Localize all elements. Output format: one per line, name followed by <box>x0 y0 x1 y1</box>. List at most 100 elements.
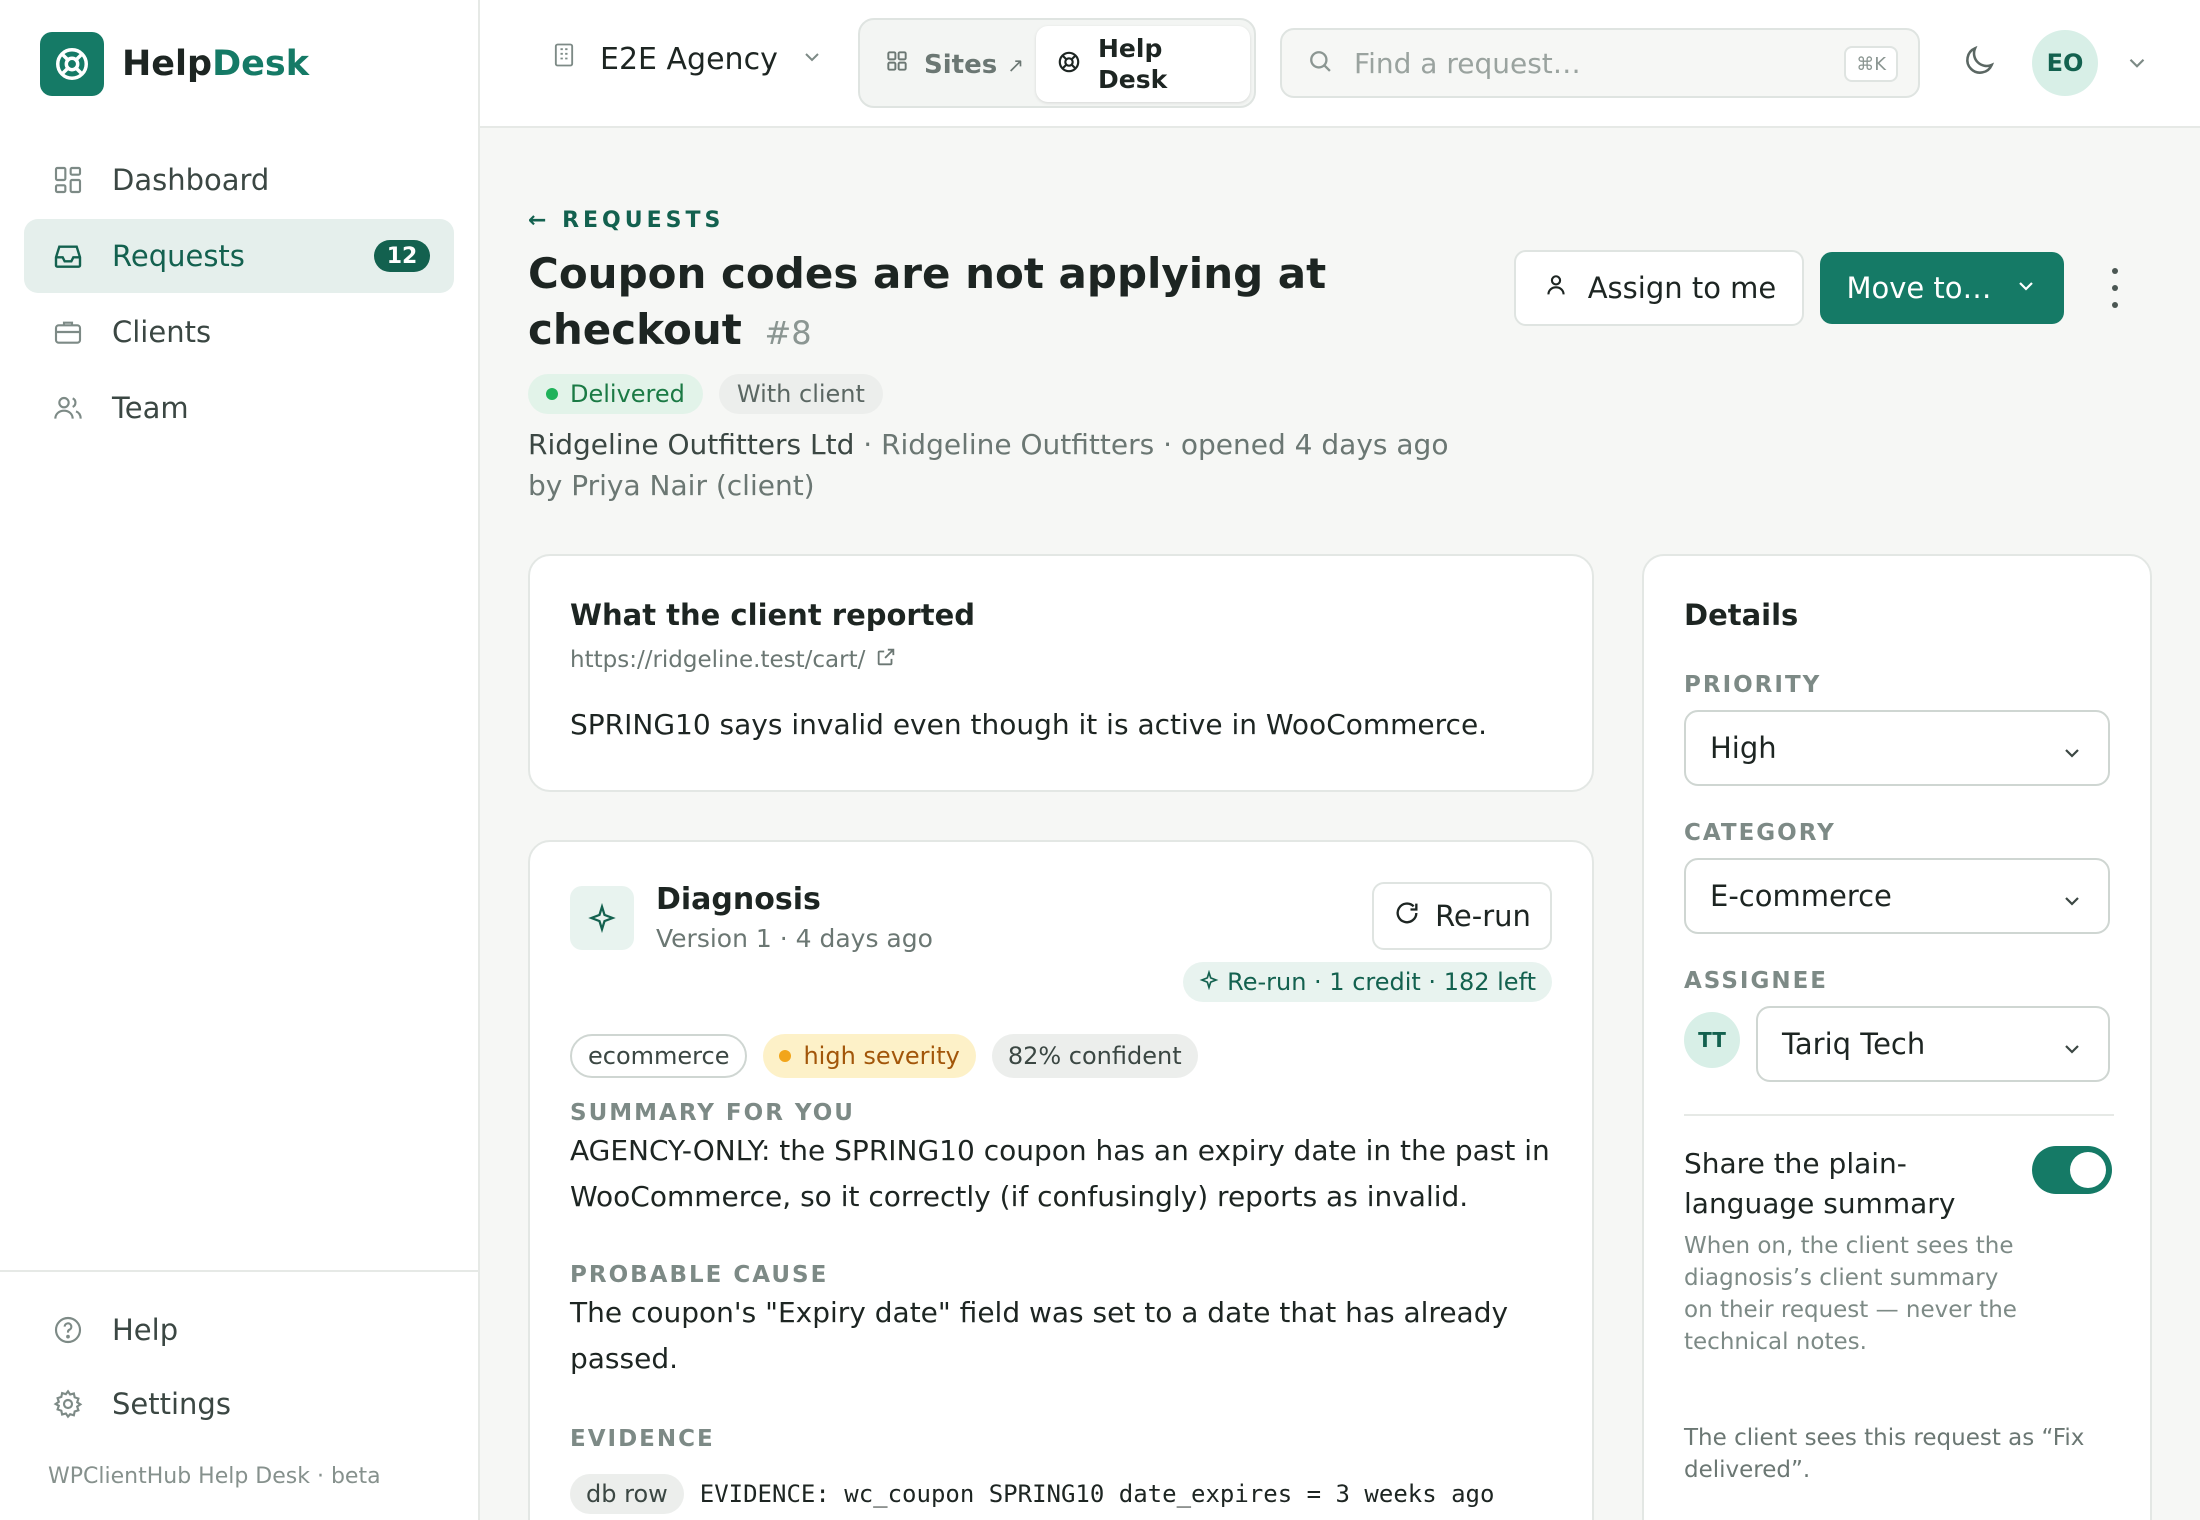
client-view-note: The client sees this request as “Fix del… <box>1684 1425 2085 1483</box>
search-shortcut: ⌘K <box>1844 46 1898 82</box>
briefcase-icon <box>50 314 86 350</box>
agency-switcher[interactable]: E2E Agency <box>550 40 824 78</box>
category-select[interactable]: E-commerce <box>1684 858 2110 934</box>
share-summary-toggle[interactable] <box>2032 1146 2112 1194</box>
chevron-down-icon <box>2014 271 2038 305</box>
diagnosis-card: Diagnosis Version 1 · 4 days ago Re-run … <box>528 840 1594 1520</box>
chevron-down-icon <box>800 42 824 77</box>
inbox-icon <box>50 238 86 274</box>
assign-to-me-button[interactable]: Assign to me <box>1514 250 1804 326</box>
evidence-row: db row EVIDENCE: wc_coupon SPRING10 date… <box>570 1474 1494 1514</box>
evidence-label: EVIDENCE <box>570 1426 715 1452</box>
nav-item-label: Clients <box>112 315 212 349</box>
assignee-select[interactable]: Tariq Tech <box>1756 1006 2110 1082</box>
page-title: Coupon codes are not applying at checkou… <box>528 246 1428 361</box>
nav-item-settings[interactable]: Settings <box>24 1368 454 1440</box>
request-title: Coupon codes are not applying at checkou… <box>528 249 1327 354</box>
priority-select[interactable]: High <box>1684 710 2110 786</box>
users-icon <box>50 390 86 426</box>
brand[interactable]: HelpDesk <box>40 32 309 96</box>
nav-item-label: Help <box>112 1313 179 1347</box>
assignee-avatar: TT <box>1684 1012 1740 1068</box>
switch-sites-label: Sites <box>924 49 998 80</box>
nav-item-label: Team <box>112 391 189 425</box>
user-icon <box>1542 271 1570 306</box>
request-meta: Ridgeline Outfitters Ltd · Ridgeline Out… <box>528 424 1488 506</box>
diagnosis-title: Diagnosis <box>656 882 821 917</box>
cause-label: PROBABLE CAUSE <box>570 1262 829 1288</box>
topbar: E2E Agency Sites ↗ Help Desk ⌘K EO <box>480 0 2200 128</box>
severity-tag: high severity <box>763 1034 976 1078</box>
share-summary-description: When on, the client sees the diagnosis’s… <box>1684 1233 2017 1355</box>
nav-item-dashboard[interactable]: Dashboard <box>24 143 454 217</box>
chevron-down-icon <box>2060 738 2084 772</box>
category-label: CATEGORY <box>1684 820 1836 846</box>
cause-text: The coupon's "Expiry date" field was set… <box>570 1296 1509 1375</box>
refresh-icon <box>1393 899 1421 934</box>
more-options-icon[interactable] <box>2100 268 2130 308</box>
rerun-button[interactable]: Re-run <box>1372 882 1552 950</box>
rerun-credit-badge: Re-run · 1 credit · 182 left <box>1183 962 1552 1002</box>
nav-item-clients[interactable]: Clients <box>24 295 454 369</box>
priority-label: PRIORITY <box>1684 672 1822 698</box>
assign-label: Assign to me <box>1587 271 1777 305</box>
switch-helpdesk-tab[interactable]: Help Desk <box>1036 26 1250 102</box>
lifebuoy-logo-icon <box>40 32 104 96</box>
chevron-down-icon <box>2060 886 2084 920</box>
switch-sites-tab[interactable]: Sites ↗ <box>884 48 1024 81</box>
gear-icon <box>50 1386 86 1422</box>
category-tag: ecommerce <box>570 1034 748 1078</box>
grid-icon <box>50 162 86 198</box>
summary-label: SUMMARY FOR YOU <box>570 1100 855 1126</box>
nav-item-help[interactable]: Help <box>24 1294 454 1366</box>
help-circle-icon <box>50 1312 86 1348</box>
brand-name: HelpDesk <box>122 44 309 84</box>
sidebar: HelpDesk Dashboard Requests 12 Clients T… <box>0 0 480 1520</box>
search-icon <box>1306 47 1334 79</box>
grid-icon <box>884 48 910 81</box>
external-link-icon: ↗ <box>1007 52 1024 77</box>
app-switcher: Sites ↗ Help Desk <box>858 18 1256 108</box>
sparkle-icon <box>1199 968 1219 996</box>
request-number: #8 <box>764 314 812 352</box>
nav-item-team[interactable]: Team <box>24 371 454 445</box>
details-title: Details <box>1684 598 1799 632</box>
status-dot-icon <box>546 388 558 400</box>
state-badge: With client <box>718 374 883 414</box>
user-avatar[interactable]: EO <box>2032 30 2098 96</box>
switch-helpdesk-label: Help Desk <box>1098 34 1168 94</box>
company-name: Ridgeline Outfitters Ltd <box>528 428 855 461</box>
lifebuoy-icon <box>1056 49 1082 79</box>
nav-item-requests[interactable]: Requests 12 <box>24 219 454 293</box>
moon-icon[interactable] <box>1960 42 1998 84</box>
move-label: Move to… <box>1846 271 1992 305</box>
requests-count-badge: 12 <box>374 240 430 272</box>
external-link-icon <box>875 646 897 674</box>
reported-url-link[interactable]: https://ridgeline.test/cart/ <box>570 646 897 674</box>
status-pills: Delivered With client <box>528 374 899 414</box>
nav-item-label: Settings <box>112 1387 231 1421</box>
share-summary-title: Share the plain-language summary <box>1684 1147 1956 1220</box>
chevron-down-icon[interactable] <box>2124 50 2150 80</box>
confidence-tag: 82% confident <box>991 1034 1198 1078</box>
diagnosis-tags: ecommerce high severity 82% confident <box>570 1034 1214 1078</box>
move-to-button[interactable]: Move to… <box>1820 252 2064 324</box>
agency-name: E2E Agency <box>600 41 778 77</box>
toggle-knob <box>2070 1152 2106 1188</box>
nav-item-label: Dashboard <box>112 163 270 197</box>
status-badge: Delivered <box>528 374 703 414</box>
reported-body: SPRING10 says invalid even though it is … <box>570 708 1488 741</box>
evidence-text: EVIDENCE: wc_coupon SPRING10 date_expire… <box>699 1480 1495 1508</box>
search-bar: ⌘K <box>1280 28 1920 98</box>
sidebar-footer: WPClientHub Help Desk · beta <box>48 1464 381 1489</box>
card-heading: What the client reported <box>570 598 976 632</box>
sidebar-divider <box>0 1270 478 1272</box>
client-report-card: What the client reported https://ridgeli… <box>528 554 1594 792</box>
building-icon <box>550 40 578 78</box>
secondary-nav: Help Settings <box>24 1294 454 1442</box>
main-nav: Dashboard Requests 12 Clients Team <box>24 143 454 447</box>
search-input[interactable] <box>1354 46 1824 80</box>
back-to-requests-link[interactable]: ← REQUESTS <box>528 208 724 233</box>
details-divider <box>1684 1114 2114 1116</box>
nav-item-label: Requests <box>112 239 245 273</box>
